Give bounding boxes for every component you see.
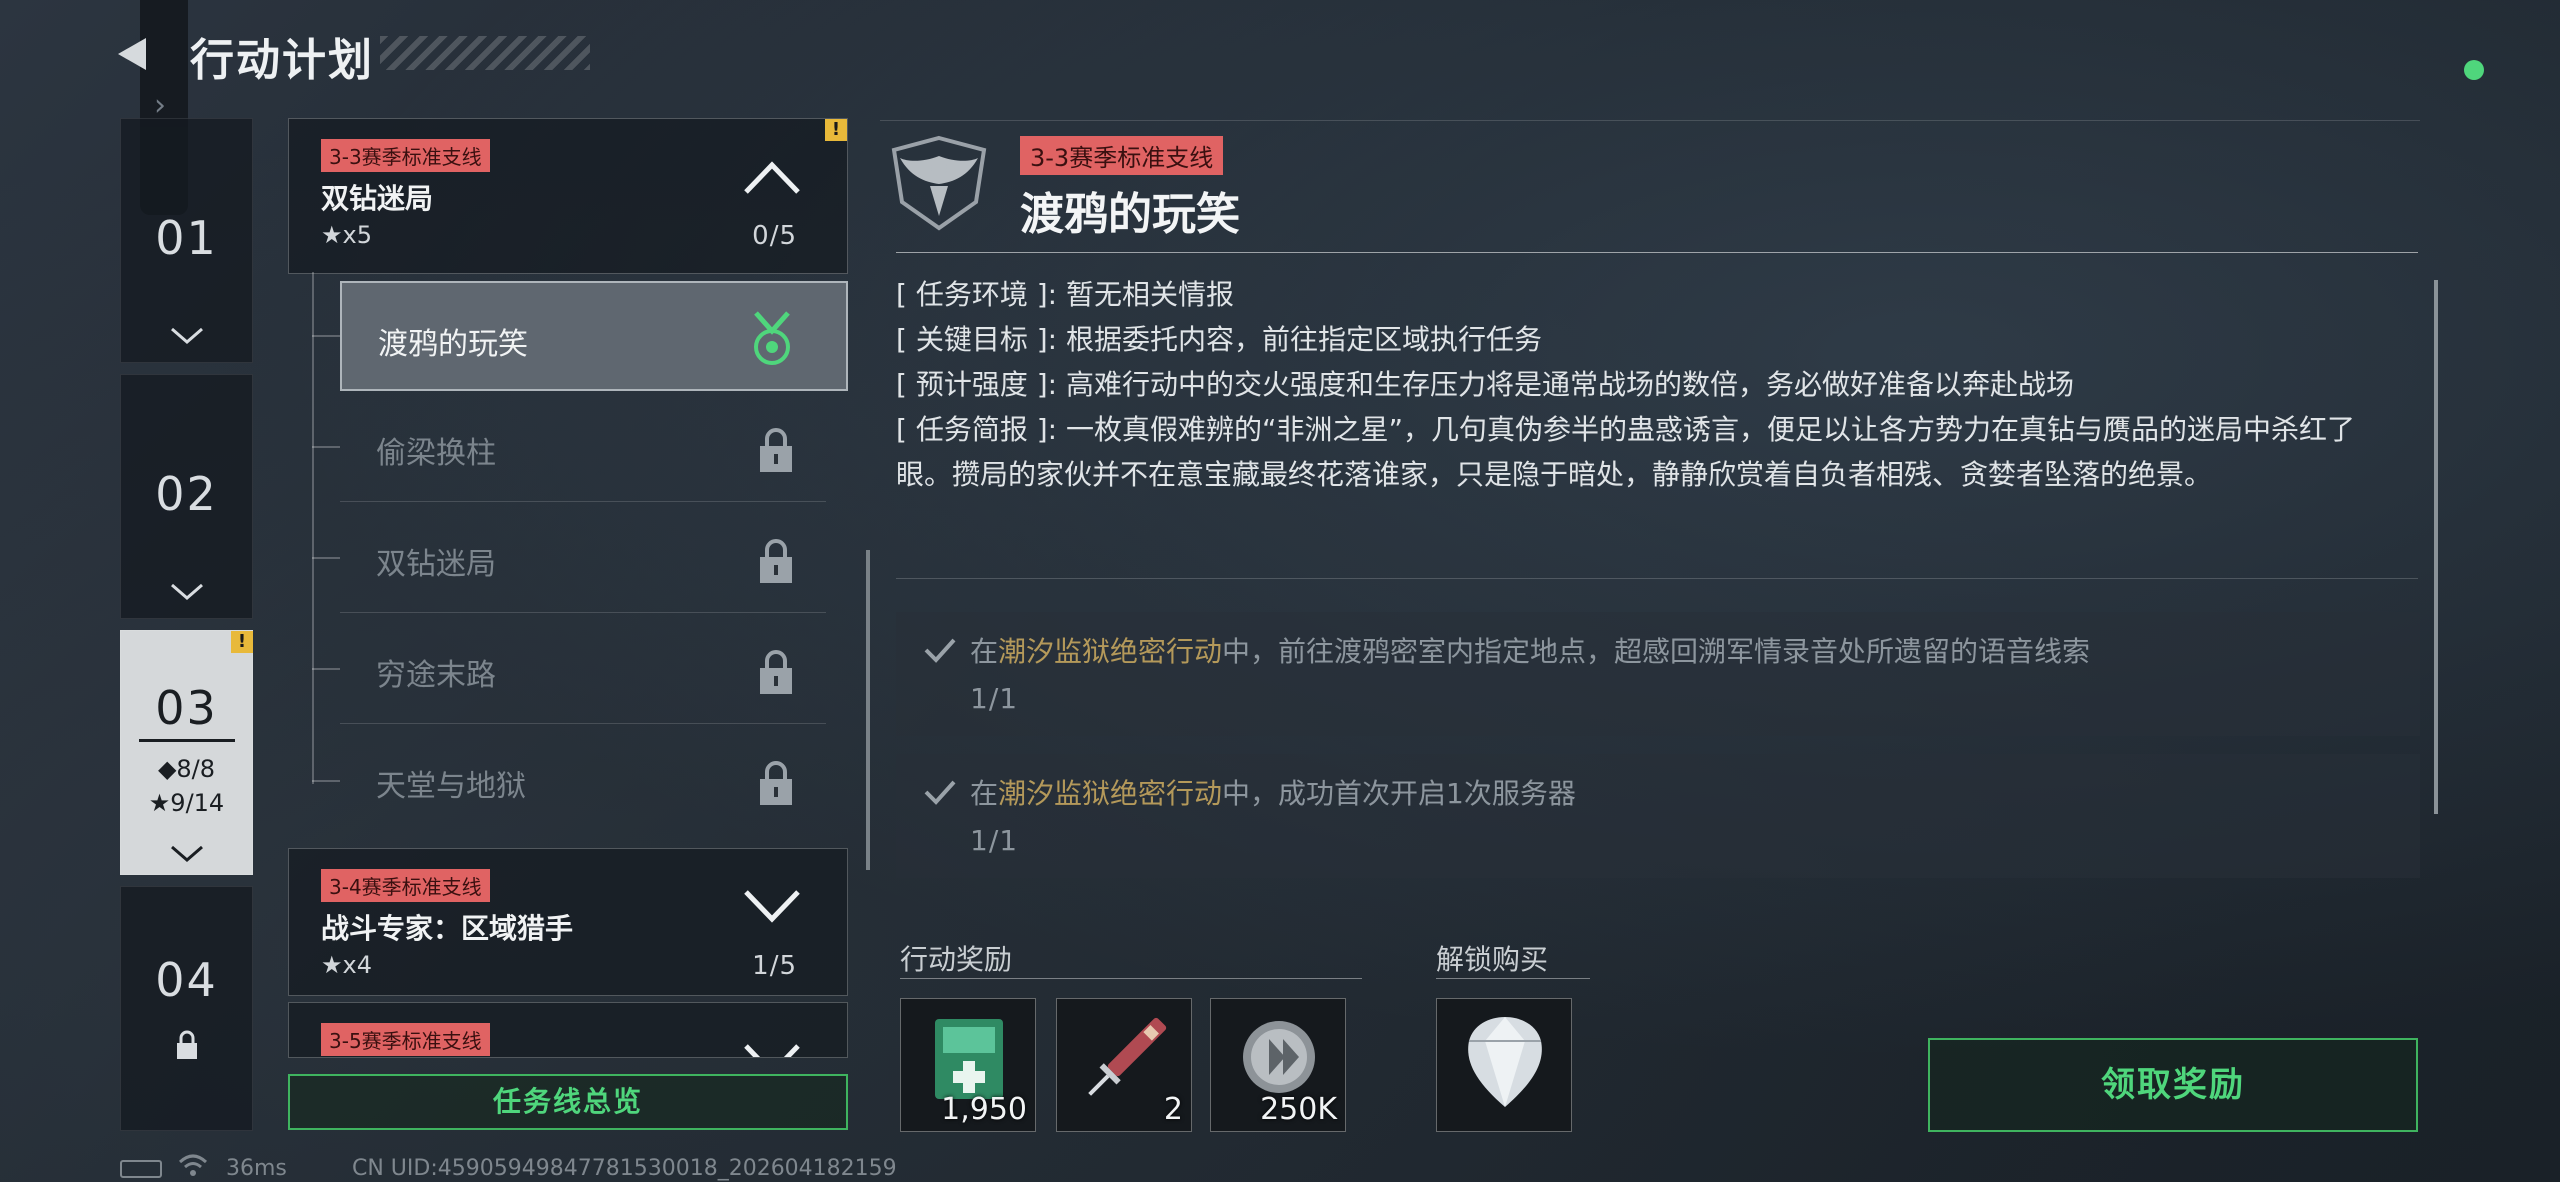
chapter-number: 01 [155, 211, 218, 265]
page-title: 行动计划 [190, 35, 374, 86]
chapter-tab-03[interactable]: ! 03 ◆8/8 ★9/14 [120, 630, 253, 875]
chapter-number: 04 [155, 953, 218, 1007]
sub-mission-label: 双钻迷局 [376, 547, 496, 582]
info-environment: [ 任务环境 ]: 暂无相关情报 [896, 278, 1235, 311]
uid-text: CN UID:45905949847781530018_202604182159 [352, 1156, 897, 1181]
info-intensity: [ 预计强度 ]: 高难行动中的交火强度和生存压力将是通常战场的数倍，务必做好准… [896, 368, 2075, 401]
season-tag: 3-3赛季标准支线 [1020, 136, 1224, 175]
diamond-icon [1468, 1017, 1542, 1107]
mission-list-scrollbar[interactable] [866, 550, 870, 870]
back-arrow-icon [118, 38, 146, 70]
checkmark-icon [924, 780, 956, 805]
lock-icon [760, 539, 792, 583]
chapter-number: 03 [155, 681, 218, 735]
lock-icon [760, 650, 792, 694]
back-button[interactable] [112, 30, 160, 78]
chapter-tab-01[interactable]: 01 [120, 118, 253, 363]
tree-connector [312, 272, 314, 784]
rewards-label: 行动奖励 [900, 943, 1013, 976]
sub-mission-locked-1[interactable]: 偷梁换柱 [340, 392, 848, 502]
lock-icon [760, 428, 792, 472]
sub-mission-label: 穷途末路 [376, 658, 496, 693]
chapter-tab-02[interactable]: 02 [120, 374, 253, 619]
mission-group-3-5[interactable]: 3-5赛季标准支线 [288, 1002, 848, 1058]
mission-group-name: 双钻迷局 [321, 182, 434, 215]
mission-group-name: 战斗专家：区域猎手 [321, 912, 574, 945]
chevron-down-icon[interactable] [743, 1043, 801, 1057]
diamond-progress: ◆8/8 [157, 755, 216, 783]
objective-text: 在潮汐监狱绝密行动中，前往渡鸦密室内指定地点，超感回溯军情录音处所遗留的语音线索 [970, 635, 2091, 668]
divider [139, 739, 235, 742]
lock-icon [121, 1029, 252, 1065]
chevron-down-icon [121, 583, 252, 605]
unlock-item-diamond[interactable] [1436, 998, 1572, 1132]
reward-item-syringe[interactable]: 2 [1056, 998, 1192, 1132]
ping-text: 36ms [226, 1156, 287, 1181]
chevron-down-icon [121, 845, 252, 867]
reward-qty: 250K [1260, 1092, 1337, 1127]
chapter-tab-04[interactable]: 04 [120, 886, 253, 1131]
detail-scrollbar[interactable] [2434, 280, 2438, 814]
wifi-icon [178, 1154, 208, 1176]
reward-item-medkit[interactable]: 1,950 [900, 998, 1036, 1132]
alert-badge: ! [825, 119, 847, 141]
unlock-label: 解锁购买 [1436, 943, 1549, 976]
status-indicator-dot [2464, 60, 2484, 80]
syringe-icon [1088, 1017, 1167, 1096]
checkmark-icon [924, 638, 956, 663]
group-progress: 0/5 [752, 221, 797, 251]
reward-item-currency[interactable]: 250K [1210, 998, 1346, 1132]
chevron-down-icon [121, 327, 252, 349]
season-tag: 3-5赛季标准支线 [321, 1023, 490, 1056]
sub-mission-locked-3[interactable]: 穷途末路 [340, 614, 848, 724]
medal-icon [754, 311, 790, 365]
claim-reward-button[interactable]: 领取奖励 [1928, 1038, 2418, 1132]
mission-overview-button[interactable]: 任务线总览 [288, 1074, 848, 1130]
sub-mission-raven-joke[interactable]: 渡鸦的玩笑 [340, 281, 848, 391]
info-briefing: [ 任务简报 ]: 一枚真假难辨的“非洲之星”，几句真伪参半的蛊惑诱言，便足以让… [896, 413, 2356, 491]
info-key-objective: [ 关键目标 ]: 根据委托内容，前往指定区域执行任务 [896, 323, 1543, 356]
faction-emblem-icon [891, 135, 987, 231]
season-tag: 3-3赛季标准支线 [321, 139, 490, 172]
objective-count: 1/1 [970, 824, 1019, 857]
objective-text: 在潮汐监狱绝密行动中，成功首次开启1次服务器 [970, 777, 1576, 810]
mission-group-3-4[interactable]: 3-4赛季标准支线 战斗专家：区域猎手 ★x4 1/5 [288, 848, 848, 996]
star-reward: ★x4 [321, 951, 372, 979]
chevron-down-icon[interactable] [743, 889, 801, 929]
star-progress: ★9/14 [148, 789, 225, 817]
mission-group-3-3[interactable]: ! 3-3赛季标准支线 双钻迷局 ★x5 0/5 [288, 118, 848, 274]
chapter-number: 02 [155, 467, 218, 521]
sub-mission-label: 天堂与地狱 [376, 769, 526, 804]
objective-count: 1/1 [970, 682, 1019, 715]
battery-icon [120, 1160, 162, 1178]
reward-qty: 1,950 [941, 1092, 1027, 1127]
title-decoration [380, 36, 590, 70]
reward-qty: 2 [1163, 1092, 1183, 1127]
sub-mission-label: 偷梁换柱 [376, 436, 496, 471]
star-reward: ★x5 [321, 221, 372, 249]
season-tag: 3-4赛季标准支线 [321, 869, 490, 902]
sub-mission-locked-4[interactable]: 天堂与地狱 [340, 725, 848, 835]
sub-mission-locked-2[interactable]: 双钻迷局 [340, 503, 848, 613]
lock-icon [760, 761, 792, 805]
objective-item: 在潮汐监狱绝密行动中，前往渡鸦密室内指定地点，超感回溯军情录音处所遗留的语音线索… [896, 612, 2420, 736]
chevron-up-icon[interactable] [743, 159, 801, 199]
group-progress: 1/5 [752, 951, 797, 981]
sub-mission-label: 渡鸦的玩笑 [378, 327, 528, 362]
mission-info: [ 任务环境 ]: 暂无相关情报 [ 关键目标 ]: 根据委托内容，前往指定区域… [896, 272, 2406, 497]
objective-item: 在潮汐监狱绝密行动中，成功首次开启1次服务器 1/1 [896, 754, 2420, 878]
alert-badge: ! [231, 631, 253, 653]
mission-title: 渡鸦的玩笑 [1020, 189, 1240, 240]
